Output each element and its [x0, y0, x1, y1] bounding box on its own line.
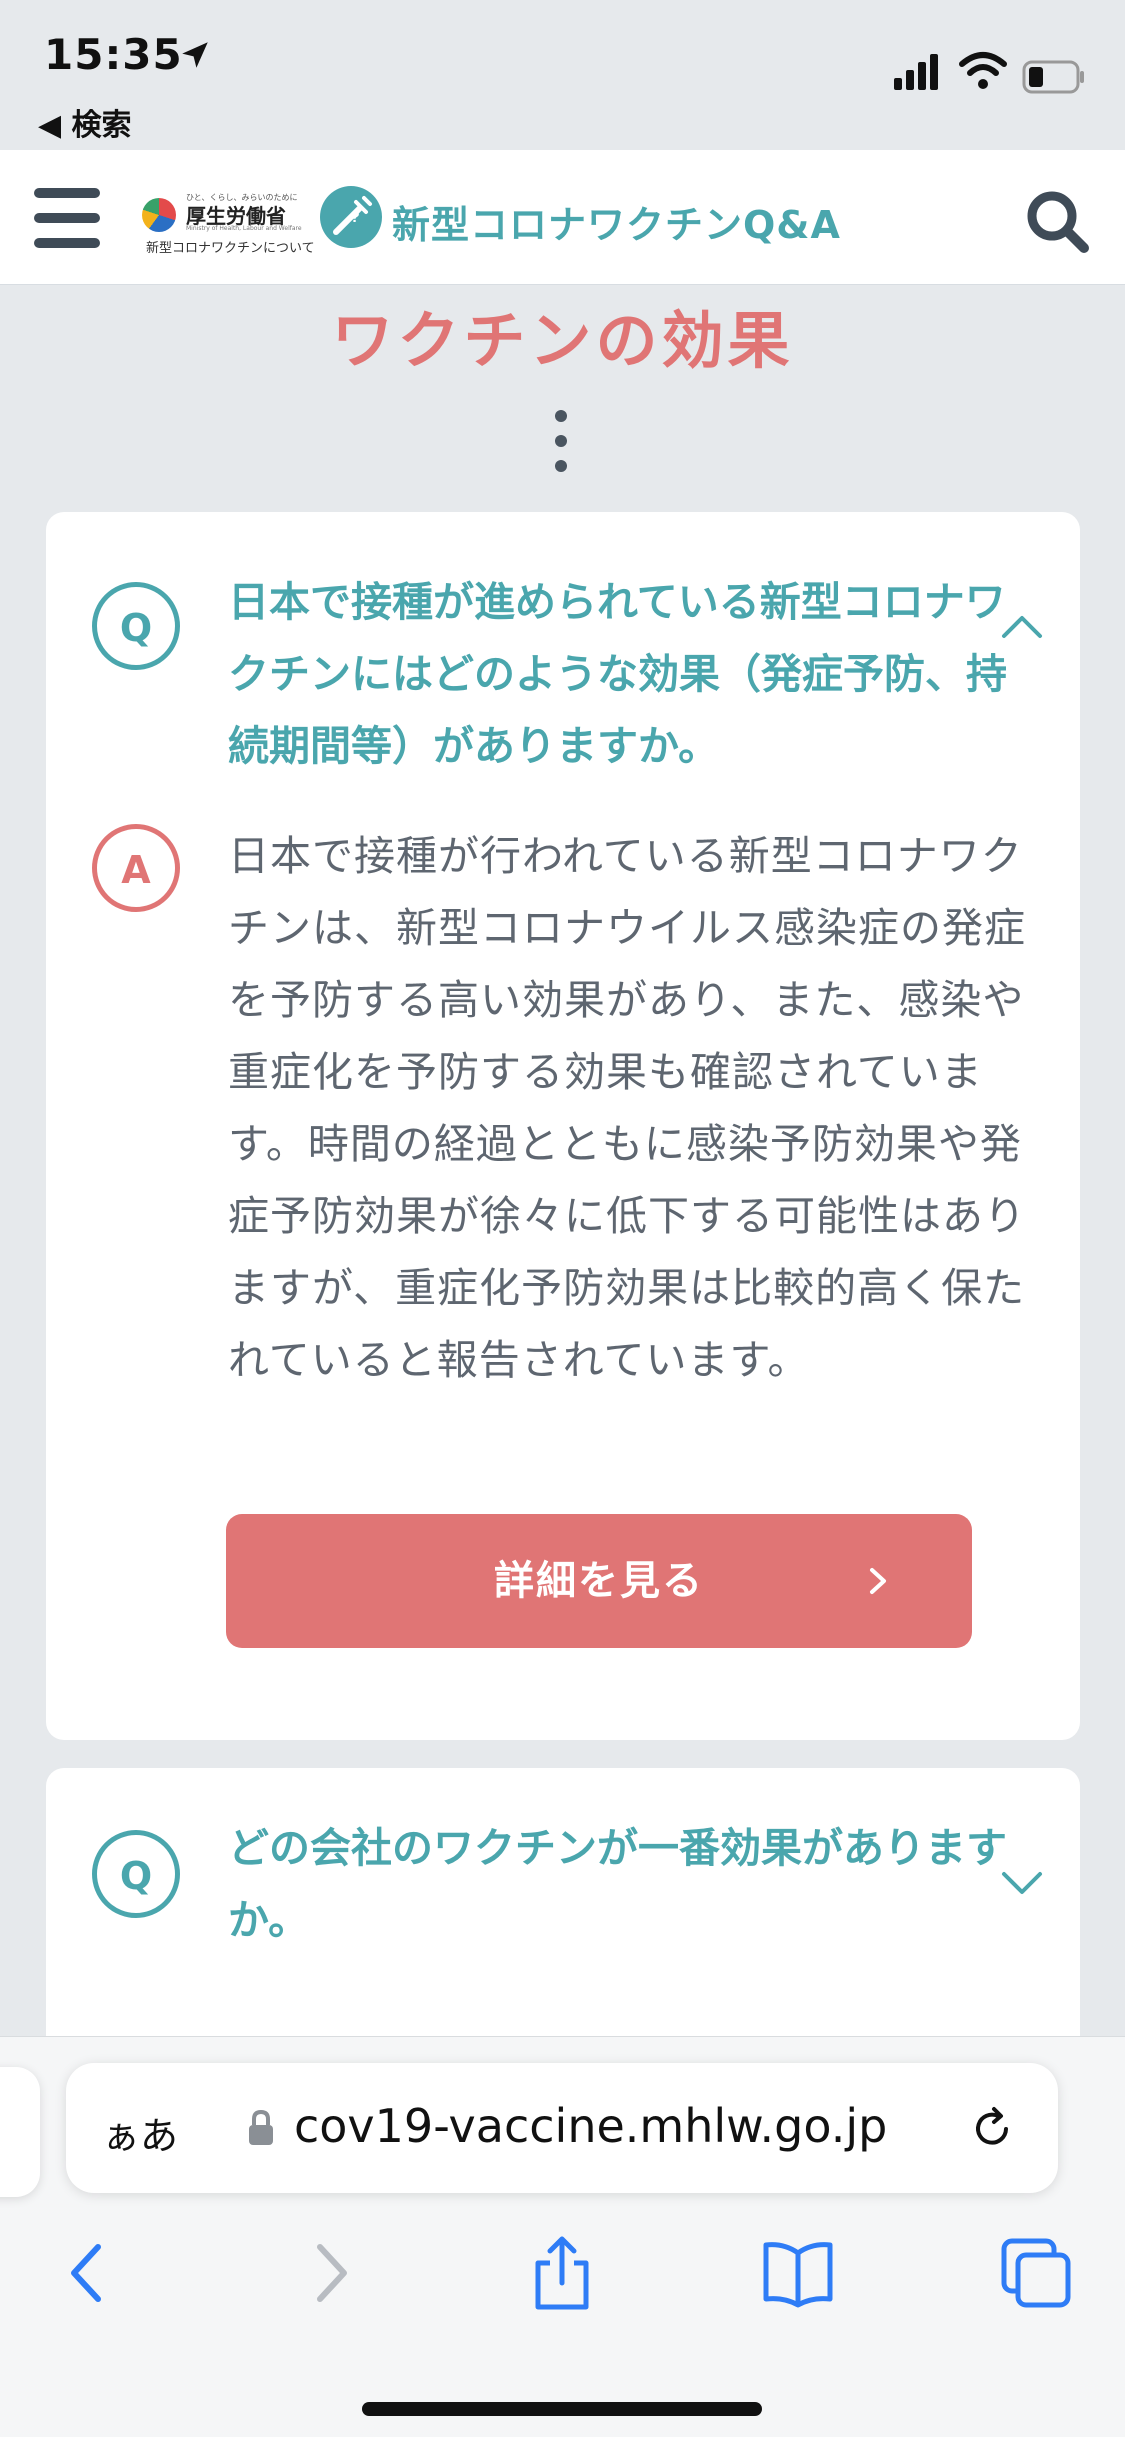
location-arrow-icon	[182, 42, 208, 68]
qa-card: Q どの会社のワクチンが一番効果がありますか。	[46, 1768, 1080, 2048]
view-details-button[interactable]: 詳細を見る	[226, 1514, 972, 1648]
previous-tab-preview[interactable]	[0, 2067, 40, 2197]
battery-icon	[1022, 60, 1084, 94]
back-to-search-link[interactable]: ◀ 検索	[38, 100, 132, 144]
question-text[interactable]: 日本で接種が進められている新型コロナワクチンにはどのような効果（発症予防、持続期…	[228, 566, 1028, 782]
answer-badge: A	[92, 824, 180, 912]
address-bar[interactable]: ぁあ cov19-vaccine.mhlw.go.jp	[66, 2063, 1058, 2193]
signal-icon	[894, 54, 938, 90]
bookmarks-icon[interactable]	[758, 2233, 838, 2313]
hamburger-menu-icon[interactable]	[34, 188, 100, 248]
mhlw-emblem-icon	[142, 198, 176, 232]
view-details-label: 詳細を見る	[494, 1558, 704, 1604]
text-size-button[interactable]: ぁあ	[102, 2105, 178, 2160]
chevron-up-icon[interactable]	[1000, 612, 1044, 640]
mhlw-english-name: Ministry of Health, Labour and Welfare	[186, 225, 302, 232]
chevron-right-icon	[870, 1568, 886, 1594]
answer-text: 日本で接種が行われている新型コロナワクチンは、新型コロナウイルス感染症の発症を予…	[228, 832, 1026, 1384]
site-header: ひと、くらし、みらいのために 厚生労働省 Ministry of Health,…	[0, 150, 1125, 285]
chevron-down-icon[interactable]	[1000, 1870, 1044, 1898]
question-badge: Q	[92, 582, 180, 670]
site-title: 新型コロナワクチンQ&A	[392, 203, 841, 247]
status-time: 15:35	[44, 30, 183, 79]
mhlw-subtitle: 新型コロナワクチンについて	[146, 241, 315, 256]
wifi-icon	[959, 52, 1007, 89]
home-indicator[interactable]	[362, 2402, 762, 2416]
mhlw-logo-link[interactable]: ひと、くらし、みらいのために 厚生労働省 Ministry of Health,…	[142, 192, 315, 256]
question-badge: Q	[92, 1830, 180, 1918]
vaccine-syringe-icon: ?	[320, 186, 382, 248]
status-bar: 15:35 ◀ 検索	[0, 0, 1125, 150]
forward-icon[interactable]	[290, 2233, 370, 2313]
qa-card: Q 日本で接種が進められている新型コロナワクチンにはどのような効果（発症予防、持…	[46, 512, 1080, 1740]
lock-icon	[249, 2109, 273, 2145]
reload-icon[interactable]	[966, 2103, 1018, 2155]
svg-text:?: ?	[350, 209, 360, 226]
back-icon[interactable]	[48, 2233, 128, 2313]
question-text[interactable]: どの会社のワクチンが一番効果がありますか。	[228, 1812, 1028, 1956]
more-dots-icon	[555, 410, 569, 472]
share-icon[interactable]	[522, 2233, 602, 2313]
url-text: cov19-vaccine.mhlw.go.jp	[294, 2099, 888, 2153]
search-icon[interactable]	[1022, 186, 1092, 256]
browser-bottom-bar: ぁあ cov19-vaccine.mhlw.go.jp	[0, 2036, 1125, 2437]
tabs-icon[interactable]	[996, 2233, 1076, 2313]
page-title: ワクチンの効果	[331, 304, 794, 377]
browser-toolbar	[0, 2233, 1125, 2313]
